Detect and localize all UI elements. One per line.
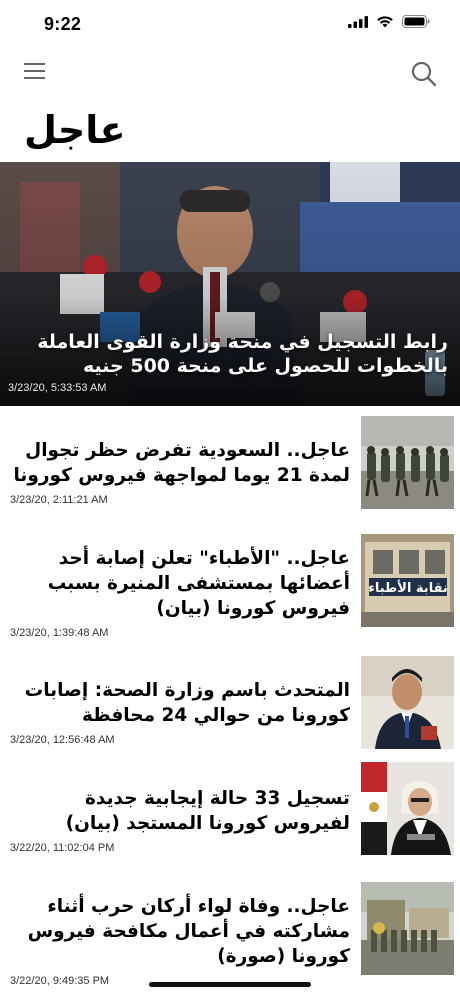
battery-icon: [402, 15, 430, 28]
hero-date: 3/23/20, 5:33:53 AM: [8, 382, 107, 394]
list-item[interactable]: عاجل.. السعودية تفرض حظر تجوال لمدة 21 ي…: [0, 416, 460, 536]
hero-article[interactable]: رابط التسجيل في منحة وزارة القوى العاملة…: [0, 162, 460, 406]
hero-title: رابط التسجيل في منحة وزارة القوى العاملة…: [37, 331, 448, 377]
article-date: 3/23/20, 1:39:48 AM: [10, 627, 109, 639]
search-icon: [411, 61, 437, 87]
list-item[interactable]: المتحدث باسم وزارة الصحة: إصابات كورونا …: [0, 656, 460, 768]
syndicate-sign: نقابة الأطباء: [368, 579, 448, 596]
article-thumbnail: [361, 762, 454, 855]
list-item[interactable]: عاجل.. وفاة لواء أركان حرب أثناء مشاركته…: [0, 882, 460, 1004]
article-thumbnail: [361, 416, 454, 509]
article-title: تسجيل 33 حالة إيجابية جديدة لفيروس كورون…: [65, 788, 350, 834]
search-button[interactable]: [410, 60, 438, 88]
status-time: 9:22: [44, 14, 82, 34]
status-bar: 9:22: [0, 0, 460, 50]
page-title: عاجل: [24, 108, 126, 152]
hero-text: رابط التسجيل في منحة وزارة القوى العاملة…: [8, 330, 448, 394]
article-date: 3/23/20, 12:56:48 AM: [10, 734, 115, 746]
top-navigation-bar: [0, 52, 460, 96]
article-thumbnail: نقابة الأطباء: [361, 534, 454, 627]
article-title: عاجل.. وفاة لواء أركان حرب أثناء مشاركته…: [27, 896, 350, 967]
article-title: المتحدث باسم وزارة الصحة: إصابات كورونا …: [24, 680, 350, 726]
list-item-text: تسجيل 33 حالة إيجابية جديدة لفيروس كورون…: [10, 786, 350, 854]
article-title: عاجل.. "الأطباء" تعلن إصابة أحد أعضائها …: [47, 548, 350, 619]
home-indicator: [149, 982, 311, 987]
menu-button[interactable]: [24, 62, 48, 84]
article-thumbnail: [361, 656, 454, 749]
list-item[interactable]: تسجيل 33 حالة إيجابية جديدة لفيروس كورون…: [0, 762, 460, 882]
list-item-text: المتحدث باسم وزارة الصحة: إصابات كورونا …: [10, 678, 350, 746]
article-date: 3/22/20, 11:02:04 PM: [10, 842, 115, 854]
signal-icon: [348, 15, 368, 28]
menu-icon: [24, 63, 45, 79]
status-icons: [348, 15, 430, 28]
article-title: عاجل.. السعودية تفرض حظر تجوال لمدة 21 ي…: [13, 440, 350, 486]
list-item[interactable]: عاجل.. "الأطباء" تعلن إصابة أحد أعضائها …: [0, 534, 460, 656]
list-item-text: عاجل.. "الأطباء" تعلن إصابة أحد أعضائها …: [10, 546, 350, 639]
list-item-text: عاجل.. السعودية تفرض حظر تجوال لمدة 21 ي…: [10, 438, 350, 506]
article-thumbnail: [361, 882, 454, 975]
list-item-text: عاجل.. وفاة لواء أركان حرب أثناء مشاركته…: [10, 894, 350, 987]
wifi-icon: [377, 16, 393, 28]
article-date: 3/23/20, 2:11:21 AM: [10, 494, 108, 506]
